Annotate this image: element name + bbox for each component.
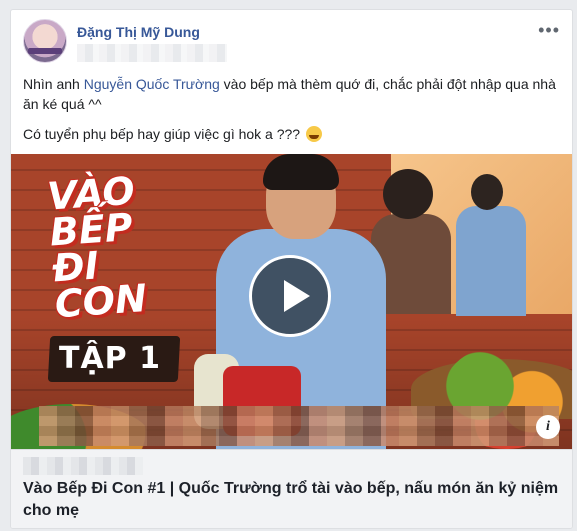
author-avatar[interactable] <box>23 19 67 63</box>
woman-head <box>383 169 433 219</box>
text-segment: Nhìn anh <box>23 76 84 92</box>
play-icon[interactable] <box>249 255 331 337</box>
link-title[interactable]: Vào Bếp Đi Con #1 | Quốc Trường trổ tài … <box>23 478 563 522</box>
info-icon[interactable]: i <box>536 415 560 439</box>
text-segment: Có tuyển phụ bếp hay giúp việc gì hok a … <box>23 126 304 142</box>
mention-link[interactable]: Nguyễn Quốc Trường <box>84 76 220 92</box>
chef-hair <box>263 154 339 190</box>
post-timestamp-blurred[interactable] <box>77 44 227 62</box>
feed-post: Đặng Thị Mỹ Dung ••• Nhìn anh Nguyễn Quố… <box>10 9 573 529</box>
link-preview[interactable]: Vào Bếp Đi Con #1 | Quốc Trường trổ tài … <box>11 449 572 528</box>
episode-label: TẬP 1 <box>59 341 161 376</box>
post-text-line-1: Nhìn anh Nguyễn Quốc Trường vào bếp mà t… <box>23 74 563 114</box>
post-text: Nhìn anh Nguyễn Quốc Trường vào bếp mà t… <box>23 74 563 154</box>
young-man-head <box>471 174 503 210</box>
avatar-banner <box>28 48 62 54</box>
author-name[interactable]: Đặng Thị Mỹ Dung <box>77 24 200 40</box>
link-domain-blurred <box>23 457 143 475</box>
laughing-emoji-icon <box>305 126 322 142</box>
young-man-figure <box>456 206 526 316</box>
pixelated-caption <box>39 406 559 446</box>
more-options-icon[interactable]: ••• <box>538 20 560 41</box>
show-logo: VÀO BẾP ĐI CON <box>46 169 186 327</box>
post-text-line-2: Có tuyển phụ bếp hay giúp việc gì hok a … <box>23 124 563 144</box>
video-thumbnail[interactable]: VÀO BẾP ĐI CON TẬP 1 i <box>11 154 572 449</box>
